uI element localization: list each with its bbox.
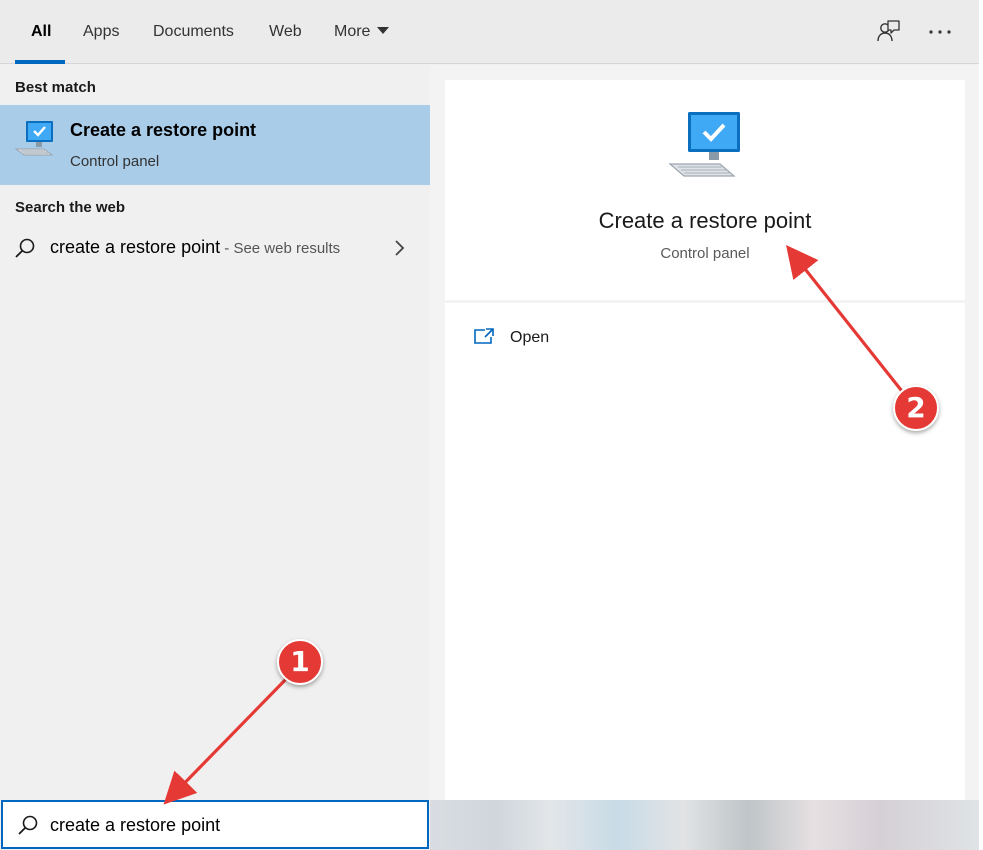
- tab-documents[interactable]: Documents: [153, 0, 234, 64]
- best-match-subtitle: Control panel: [70, 153, 160, 170]
- tab-more[interactable]: More: [334, 0, 390, 64]
- tab-web[interactable]: Web: [269, 0, 302, 64]
- tab-more-label: More: [334, 23, 371, 40]
- open-label: Open: [510, 329, 550, 346]
- preview-subtitle: Control panel: [660, 245, 750, 262]
- open-window-icon: [474, 328, 494, 344]
- preview-actions: Open: [445, 303, 965, 800]
- preview-header: Create a restore point Control panel: [445, 80, 965, 300]
- search-icon: [18, 815, 38, 835]
- best-match-item[interactable]: Create a restore point Control panel: [0, 105, 430, 185]
- annotation-badge-2: 2: [893, 385, 939, 431]
- search-input[interactable]: create a restore point: [50, 815, 220, 836]
- best-match-heading: Best match: [15, 79, 96, 96]
- more-options-icon[interactable]: [926, 18, 954, 46]
- web-result-hint: - See web results: [220, 240, 341, 257]
- results-pane: Best match Create a restore point Contro…: [0, 65, 430, 800]
- search-web-heading: Search the web: [15, 199, 126, 216]
- tab-all[interactable]: All: [14, 0, 67, 64]
- tab-apps[interactable]: Apps: [83, 0, 119, 64]
- taskbar-background: [430, 800, 979, 850]
- search-icon: [15, 238, 35, 258]
- computer-check-icon: [14, 121, 54, 156]
- search-box[interactable]: create a restore point: [1, 800, 429, 849]
- window-edge: [979, 0, 983, 850]
- best-match-title: Create a restore point: [70, 120, 257, 140]
- filter-tab-bar: All Apps Documents Web More: [0, 0, 979, 64]
- web-result-query: create a restore point: [50, 237, 221, 257]
- web-search-result[interactable]: create a restore point - See web results: [0, 225, 430, 271]
- preview-title: Create a restore point: [598, 208, 812, 233]
- annotation-badge-1: 1: [277, 639, 323, 685]
- web-result-text: create a restore point - See web results: [50, 237, 340, 258]
- feedback-icon[interactable]: [874, 18, 902, 46]
- computer-check-icon: [668, 112, 740, 177]
- chevron-right-icon: [395, 240, 405, 256]
- caret-down-icon: [377, 27, 390, 34]
